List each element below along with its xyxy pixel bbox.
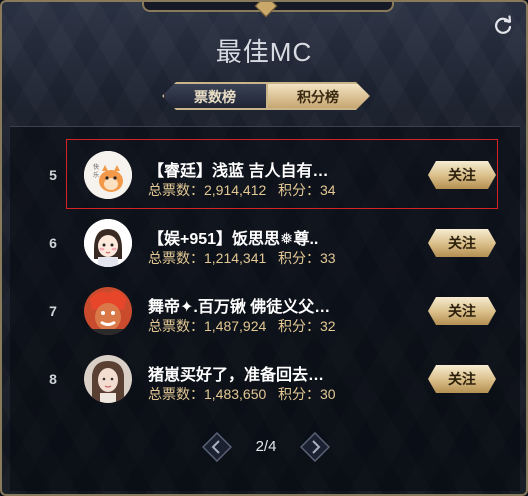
rank-number: 7 (49, 303, 57, 319)
page-title: 最佳MC (215, 37, 313, 67)
votes-label: 总票数： (148, 386, 204, 402)
list-item[interactable]: 8 猪崽买好了，准备回去… 总票数：1,483,650 积分：30 关注 (10, 331, 520, 403)
rank-number: 5 (49, 167, 57, 183)
follow-button[interactable]: 关注 (428, 229, 496, 257)
tab-bar: 票数榜 积分榜 (162, 82, 370, 112)
avatar[interactable] (84, 355, 132, 403)
chevron-left-icon[interactable] (202, 432, 232, 462)
user-name[interactable]: 【娱+951】饭思思❅尊.. (148, 225, 318, 249)
user-name[interactable]: 猪崽买好了，准备回去… (148, 361, 324, 385)
tab-points[interactable]: 积分榜 (266, 82, 370, 110)
list-item[interactable]: 6 【娱+951】饭思思❅尊.. 总票数：1,214,341 积分：33 关注 (10, 195, 520, 267)
votes-value: 1,483,650 (204, 386, 267, 402)
svg-text:乐: 乐 (93, 172, 99, 179)
tab-votes[interactable]: 票数榜 (162, 82, 266, 110)
pagination: 2/4 (202, 432, 330, 462)
score-value: 30 (319, 386, 336, 402)
avatar[interactable] (84, 219, 132, 267)
svg-text:快: 快 (93, 163, 99, 171)
user-stats: 总票数：1,483,650 积分：30 (148, 384, 336, 404)
follow-button[interactable]: 关注 (428, 297, 496, 325)
rank-number: 8 (49, 371, 57, 387)
chevron-right-icon[interactable] (300, 432, 330, 462)
avatar[interactable]: 快 乐 (84, 151, 132, 199)
user-name[interactable]: 舞帝✦.百万锹 佛徒义父… (148, 293, 330, 317)
rank-number: 6 (49, 235, 57, 251)
leaderboard-panel: 最佳MC 票数榜 积分榜 5 快 乐 【睿廷】浅蓝 吉人自有… 总票数：2,91… (0, 0, 528, 496)
avatar[interactable] (84, 287, 132, 335)
page-indicator: 2/4 (255, 438, 277, 455)
list-item[interactable]: 5 快 乐 【睿廷】浅蓝 吉人自有… 总票数：2,914,412 积分：34 关… (10, 127, 520, 209)
list-item[interactable]: 7 舞帝✦.百万锹 佛徒义父… 总票数：1,487,924 积分：32 关注 (10, 263, 520, 335)
follow-button[interactable]: 关注 (428, 161, 496, 189)
score-label: 积分： (277, 386, 320, 402)
user-name[interactable]: 【睿廷】浅蓝 吉人自有… (148, 157, 328, 181)
follow-button[interactable]: 关注 (428, 365, 496, 393)
diamond-ornament-icon (254, 2, 278, 18)
